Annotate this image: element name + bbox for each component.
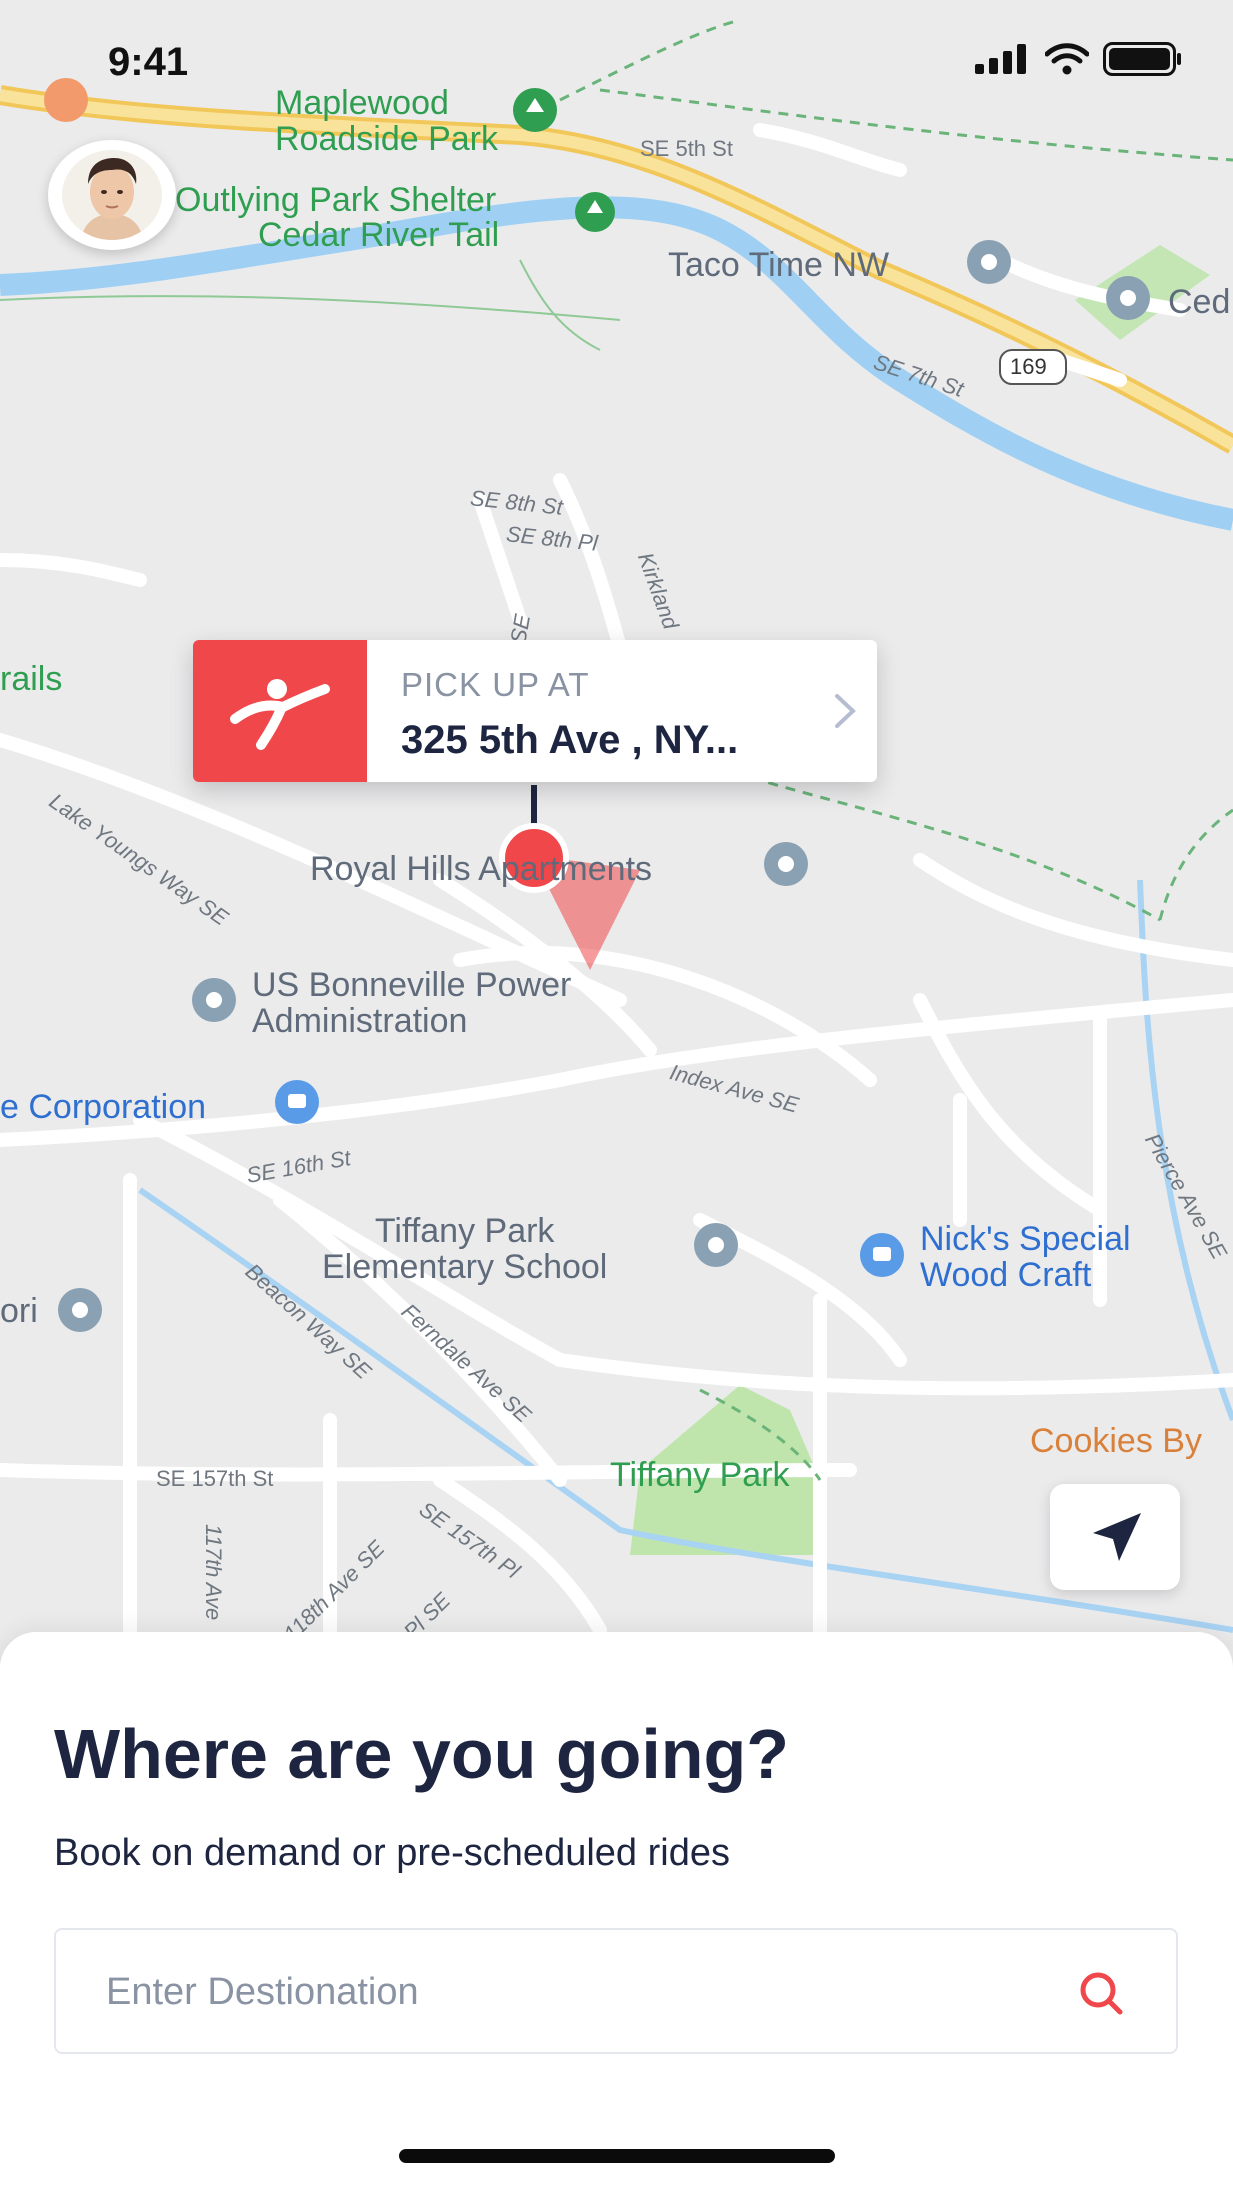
map-label-outlying: Outlying Park Shelter: [175, 181, 497, 219]
map-label-tiffany-school: Tiffany Park Elementary School: [322, 1212, 608, 1286]
map-label-nicks: Nick's Special Wood Craft: [920, 1220, 1131, 1294]
walking-person-icon: [230, 679, 330, 750]
map-label-se-5th: SE 5th St: [640, 136, 733, 161]
bottom-sheet: Where are you going? Book on demand or p…: [0, 1632, 1233, 2193]
map-label-cookies: Cookies By: [1030, 1422, 1202, 1460]
map-label-trails: rails: [0, 660, 63, 698]
pickup-text: PICK UP AT 325 5th Ave , NY...: [367, 640, 877, 782]
map-label-taco: Taco Time NW: [668, 246, 890, 284]
status-icons: [975, 42, 1183, 76]
sheet-title: Where are you going?: [54, 1715, 790, 1793]
battery-icon: [1103, 42, 1181, 76]
destination-field[interactable]: [54, 1928, 1178, 2054]
user-avatar-icon: [62, 150, 162, 240]
sheet-subtitle: Book on demand or pre-scheduled rides: [54, 1832, 730, 1874]
chevron-right-icon: [835, 694, 856, 728]
locate-me-button[interactable]: [1050, 1484, 1180, 1590]
status-bar: 9:41: [0, 0, 1233, 120]
wifi-icon: [1045, 43, 1089, 75]
destination-input[interactable]: [104, 1930, 1008, 2054]
map-label-bonneville: US Bonneville Power Administration: [252, 966, 572, 1040]
map-graphics: [0, 0, 1233, 1640]
status-time: 9:41: [108, 40, 189, 84]
pickup-address: 325 5th Ave , NY...: [401, 718, 739, 762]
search-icon[interactable]: [1078, 1970, 1126, 2018]
map-label-ced: Ced: [1168, 283, 1231, 321]
home-indicator[interactable]: [399, 2149, 835, 2163]
map-label-royal-hills: Royal Hills Apartments: [310, 850, 653, 888]
map-label-ori: ori: [0, 1292, 38, 1330]
map-label-cedar-trail: Cedar River Tail: [258, 216, 500, 254]
signal-icon: [975, 44, 1026, 74]
map-label-corporation: e Corporation: [0, 1088, 207, 1126]
pickup-card[interactable]: PICK UP AT 325 5th Ave , NY...: [193, 640, 877, 782]
navigation-arrow-icon: [1093, 1513, 1141, 1561]
map-label-117th: 117th Ave: [201, 1524, 226, 1621]
route-shield-169: 169: [1010, 354, 1047, 379]
pickup-label: PICK UP AT: [401, 666, 590, 703]
pickup-icon-box: [193, 640, 367, 782]
avatar[interactable]: [48, 140, 176, 250]
map-label-tiffany-park: Tiffany Park: [610, 1456, 790, 1494]
map-view[interactable]: Maplewood Roadside Park Outlying Park Sh…: [0, 0, 1233, 1646]
map-label-se-157th-st: SE 157th St: [156, 1466, 274, 1491]
